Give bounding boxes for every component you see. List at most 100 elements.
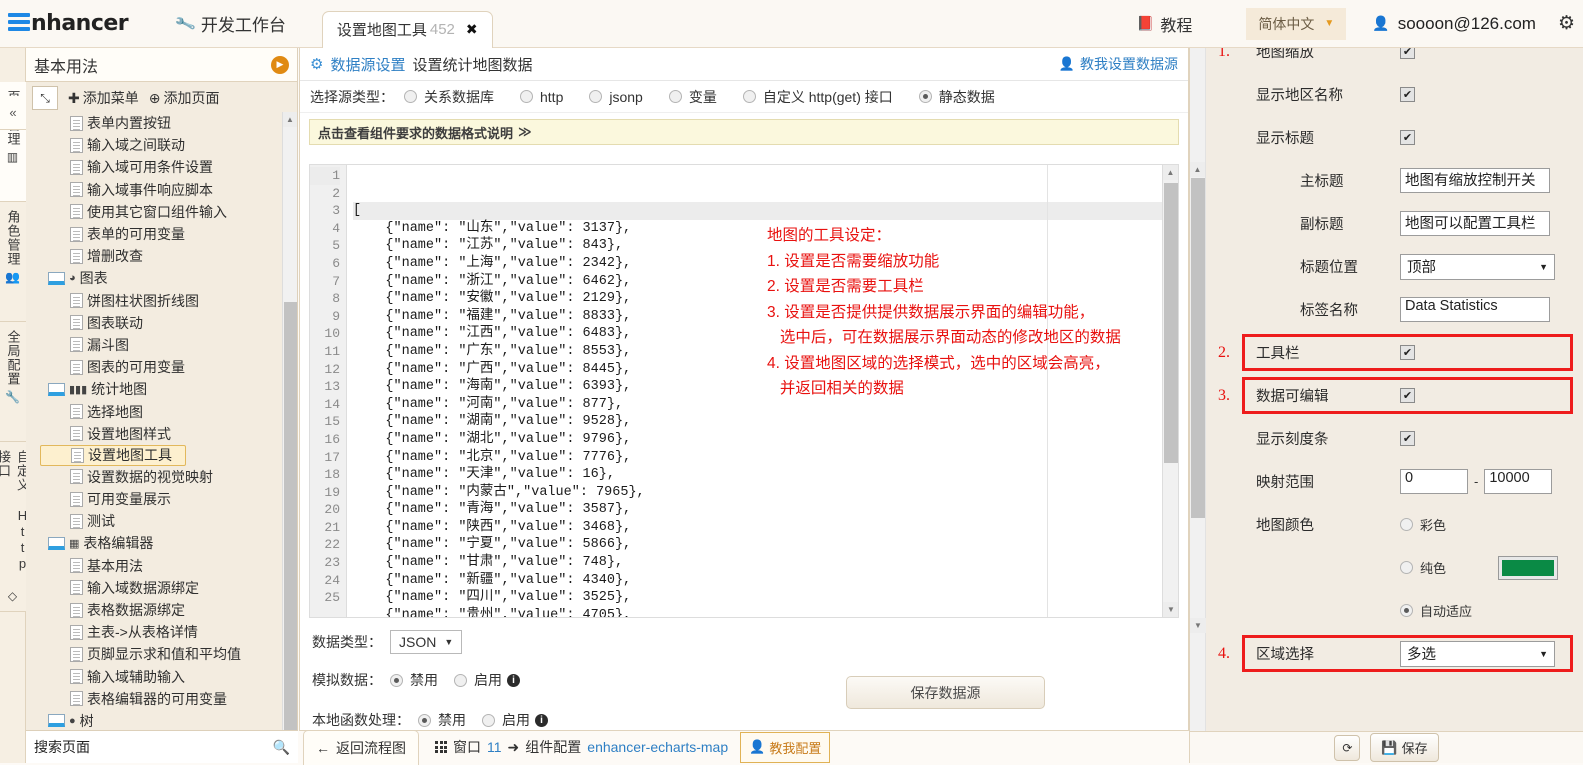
gear-icon[interactable]: ⚙ (1558, 12, 1575, 35)
tree-node[interactable]: ◕图表 (40, 267, 297, 289)
tree-node[interactable]: 图表的可用变量 (40, 356, 297, 378)
radio-custom-http[interactable]: 自定义 http(get) 接口 (743, 87, 893, 107)
info-icon[interactable]: i (535, 714, 548, 727)
line-number: 11 (310, 343, 340, 361)
checkbox-checked[interactable]: ✔ (1400, 48, 1415, 59)
play-icon[interactable]: ▶ (271, 56, 289, 74)
collapse-sidebar-button[interactable]: « (0, 96, 26, 130)
teach-config-button[interactable]: 👤 教我配置 (740, 732, 830, 763)
collapse-all-icon[interactable]: ⤡ (32, 86, 58, 110)
radio-option[interactable]: 纯色 (1400, 558, 1446, 577)
tree-node[interactable]: 使用其它窗口组件输入 (40, 201, 297, 223)
tree-node[interactable]: 表格数据源绑定 (40, 599, 297, 621)
range-min-input[interactable]: 0 (1400, 469, 1468, 494)
component-name[interactable]: enhancer-echarts-map (587, 739, 728, 755)
user-account[interactable]: 👤 soooon@126.com (1372, 14, 1536, 34)
info-icon[interactable]: i (507, 674, 520, 687)
tree-node[interactable]: 页脚显示求和值和平均值 (40, 643, 297, 665)
vtab-role-management[interactable]: 角色管理 👥 (0, 202, 26, 322)
tree-node[interactable]: 输入域数据源绑定 (40, 577, 297, 599)
search-icon[interactable]: 🔍 (273, 739, 290, 756)
tree-node[interactable]: 设置地图样式 (40, 423, 297, 445)
tree-node[interactable]: 表单内置按钮 (40, 112, 297, 134)
tree-node[interactable]: 输入域辅助输入 (40, 666, 297, 688)
dropdown-select[interactable]: 顶部▼ (1400, 254, 1555, 280)
back-to-flow-button[interactable]: ← 返回流程图 (303, 730, 419, 765)
radio-option[interactable]: 彩色 (1400, 515, 1446, 534)
checkbox-checked[interactable]: ✔ (1400, 87, 1415, 102)
tree-node[interactable]: 可用变量展示 (40, 488, 297, 510)
color-swatch[interactable] (1498, 556, 1558, 580)
tree-node[interactable]: 选择地图 (40, 400, 297, 422)
add-menu-button[interactable]: ✚ 添加菜单 (68, 88, 139, 108)
scroll-up-icon[interactable]: ▲ (1163, 165, 1178, 180)
radio-relational-db[interactable]: 关系数据库 (404, 87, 494, 107)
scrollbar-thumb[interactable] (284, 302, 297, 732)
tree-node[interactable]: ●树 (40, 710, 297, 732)
code-line: {"name": "青海","value": 3587}, (353, 501, 1162, 519)
checkbox-checked[interactable]: ✔ (1400, 431, 1415, 446)
data-format-hint[interactable]: 点击查看组件要求的数据格式说明 ≫ (309, 119, 1179, 145)
refresh-icon[interactable]: ⟳ (1334, 735, 1360, 761)
text-input[interactable]: 地图可以配置工具栏 (1400, 211, 1550, 236)
tree-node[interactable]: 图表联动 (40, 312, 297, 334)
line-number: 2 (310, 185, 340, 203)
radio-localfn-disabled[interactable]: 禁用 (418, 710, 466, 730)
save-datasource-button[interactable]: 保存数据源 (846, 676, 1045, 709)
window-number[interactable]: 11 (487, 739, 502, 755)
code-editor[interactable]: 1234567891011121314151617181920212223242… (309, 164, 1179, 618)
radio-mock-enabled[interactable]: 启用 (454, 670, 502, 690)
tree-node[interactable]: 漏斗图 (40, 334, 297, 356)
radio-jsonp[interactable]: jsonp (589, 89, 642, 105)
teach-datasource-link[interactable]: 👤 教我设置数据源 (1059, 54, 1178, 74)
tree-node-selected[interactable]: 设置地图工具 (40, 445, 186, 466)
text-input[interactable]: Data Statistics (1400, 297, 1550, 322)
vtab-custom-http[interactable]: 自定义 Http 接口 ◇ (0, 442, 26, 612)
app-logo[interactable]: nhancer (8, 11, 128, 36)
radio-option[interactable]: 自动适应 (1400, 601, 1472, 620)
tree-node[interactable]: 输入域可用条件设置 (40, 156, 297, 178)
save-config-button[interactable]: 💾 保存 (1370, 733, 1438, 762)
vtab-global-config[interactable]: 全局配置 🔧 (0, 322, 26, 442)
radio-static-data[interactable]: 静态数据 (919, 87, 995, 107)
arrow-right-icon: ➜ (508, 739, 520, 756)
radio-http[interactable]: http (520, 89, 563, 105)
code-line: {"name": "湖北","value": 9796}, (353, 431, 1162, 449)
editor-scrollbar[interactable]: ▲ ▼ (1162, 165, 1178, 617)
radio-variable[interactable]: 变量 (669, 87, 717, 107)
add-page-button[interactable]: ⊕ 添加页面 (149, 88, 220, 108)
checkbox-checked[interactable]: ✔ (1400, 130, 1415, 145)
tree-node[interactable]: 表单的可用变量 (40, 223, 297, 245)
range-max-input[interactable]: 10000 (1484, 469, 1552, 494)
tree-search-box[interactable]: 搜索页面 🔍 (26, 730, 298, 763)
scrollbar-thumb[interactable] (1164, 183, 1178, 463)
language-selector[interactable]: 简体中文 ▼ (1246, 8, 1346, 40)
radio-localfn-enabled[interactable]: 启用 (482, 710, 530, 730)
tree-node[interactable]: 输入域事件响应脚本 (40, 179, 297, 201)
workbench-link[interactable]: 🔧 开发工作台 (176, 11, 286, 36)
code-content[interactable]: [ {"name": "山东","value": 3137}, {"name":… (347, 165, 1162, 617)
checkbox-checked[interactable]: ✔ (1400, 345, 1415, 360)
dropdown-select[interactable]: 多选▼ (1400, 641, 1555, 667)
tree-node[interactable]: 饼图柱状图折线图 (40, 290, 297, 312)
data-type-select[interactable]: JSON ▼ (390, 630, 462, 654)
tree-node[interactable]: 表格编辑器的可用变量 (40, 688, 297, 710)
tree-scrollbar[interactable]: ▲ ▼ (282, 112, 297, 760)
tree-node[interactable]: ▮▮▮统计地图 (40, 378, 297, 400)
text-input[interactable]: 地图有缩放控制开关 (1400, 168, 1550, 193)
tab-map-tool[interactable]: 设置地图工具 452 ✖ (322, 11, 493, 48)
tree-node[interactable]: 基本用法 (40, 555, 297, 577)
tree-node[interactable]: 主表->从表格详情 (40, 621, 297, 643)
tree-node[interactable]: ▦表格编辑器 (40, 532, 297, 554)
tutorial-link[interactable]: 📕 教程 (1137, 12, 1192, 36)
close-icon[interactable]: ✖ (466, 21, 478, 38)
scroll-down-icon[interactable]: ▼ (1163, 602, 1179, 617)
checkbox-checked[interactable]: ✔ (1400, 388, 1415, 403)
tree-node[interactable]: 输入域之间联动 (40, 134, 297, 156)
document-icon (70, 603, 83, 618)
radio-mock-disabled[interactable]: 禁用 (390, 670, 438, 690)
tree-node[interactable]: 设置数据的视觉映射 (40, 466, 297, 488)
scroll-up-icon[interactable]: ▲ (283, 112, 297, 127)
tree-node[interactable]: 增删改查 (40, 245, 297, 267)
tree-node[interactable]: 测试 (40, 510, 297, 532)
